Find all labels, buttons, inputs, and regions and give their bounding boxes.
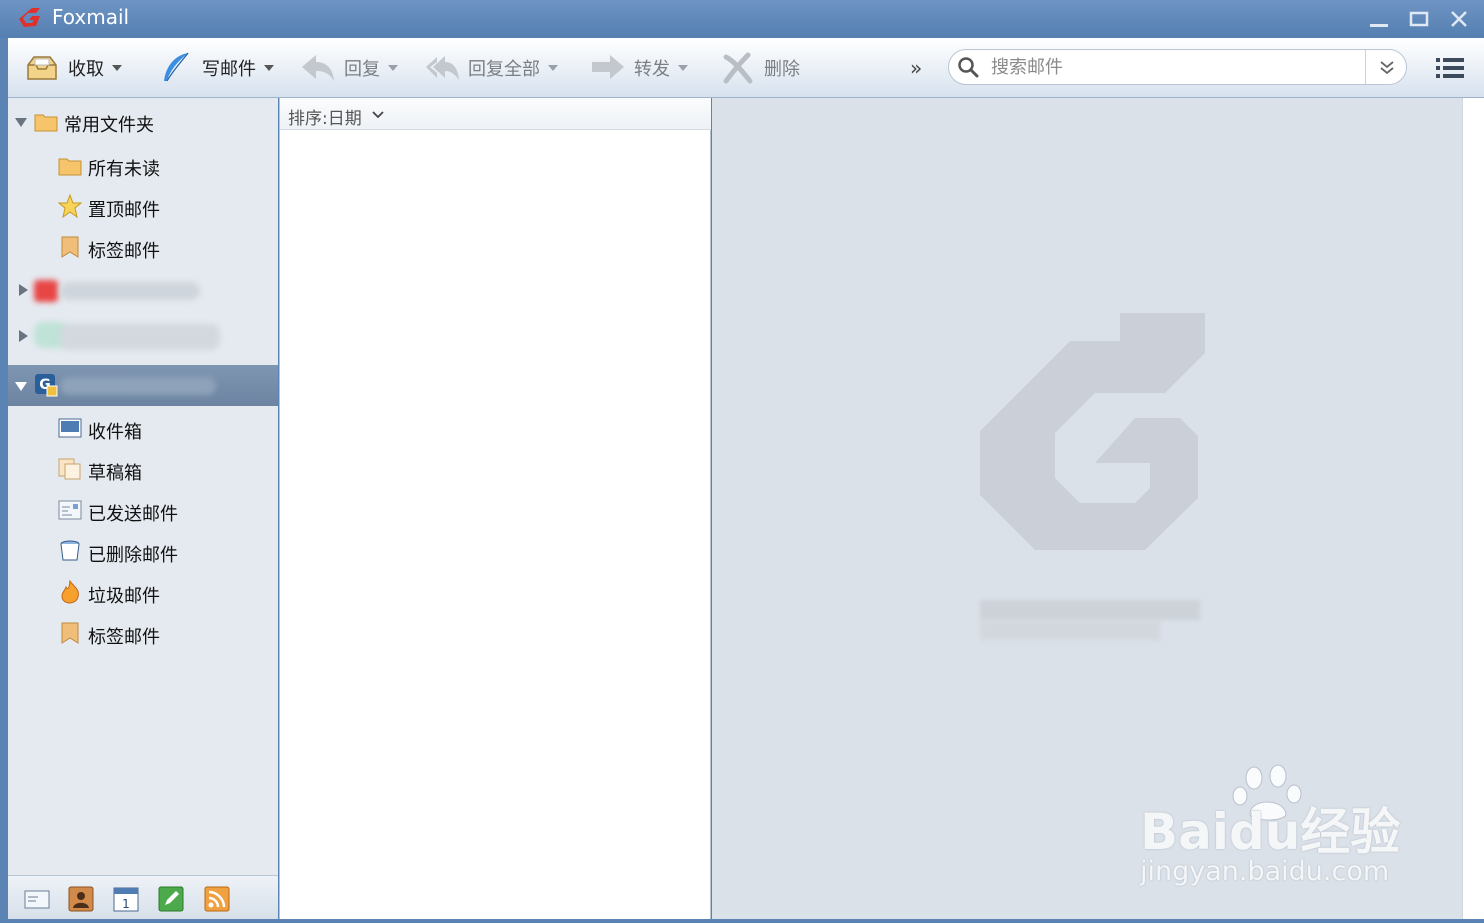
sidebar-item-junk[interactable]: 垃圾邮件 xyxy=(8,572,278,613)
delete-button[interactable]: 删除 xyxy=(720,48,800,88)
foxmail-watermark-logo-icon xyxy=(980,313,1205,550)
sent-mail-icon xyxy=(58,500,82,520)
sidebar-item-tagged[interactable]: 标签邮件 xyxy=(8,227,278,268)
close-icon[interactable] xyxy=(1446,6,1472,32)
preview-scrollbar[interactable] xyxy=(1462,98,1484,919)
compose-button[interactable]: 写邮件 xyxy=(158,48,274,88)
sidebar-item-pinned[interactable]: 置顶邮件 xyxy=(8,186,278,227)
window-title: Foxmail xyxy=(52,5,130,29)
account-row-selected[interactable]: G xyxy=(8,365,278,406)
account-avatar-icon xyxy=(34,280,58,302)
sidebar-item-inbox[interactable]: 收件箱 xyxy=(8,408,278,449)
notes-icon[interactable] xyxy=(158,886,184,912)
chevron-down-icon[interactable] xyxy=(112,63,122,73)
minimize-icon[interactable] xyxy=(1366,6,1392,32)
maximize-icon[interactable] xyxy=(1406,6,1432,32)
common-folder-label: 常用文件夹 xyxy=(64,115,154,136)
forward-label: 转发 xyxy=(634,59,670,80)
account-row-2[interactable] xyxy=(8,316,278,357)
reply-arrow-icon xyxy=(302,55,334,81)
chevron-down-icon[interactable] xyxy=(678,63,688,73)
sidebar-item-label: 已删除邮件 xyxy=(88,545,178,566)
collapse-triangle-icon[interactable] xyxy=(16,283,30,297)
fire-icon xyxy=(61,580,79,604)
contacts-icon[interactable] xyxy=(68,886,94,912)
svg-text:1: 1 xyxy=(122,897,130,911)
sidebar-item-label: 置顶邮件 xyxy=(88,200,160,221)
folder-icon xyxy=(34,114,58,132)
sidebar-item-label: 标签邮件 xyxy=(88,241,160,262)
search-box xyxy=(948,49,1407,85)
folder-sidebar: 常用文件夹 所有未读 置顶邮件 标签邮件 G 收件箱 草稿箱 已发送邮件 已删除… xyxy=(8,98,278,875)
chevron-down-icon[interactable] xyxy=(372,110,384,120)
trash-bin-icon xyxy=(60,540,80,561)
redacted-account-name xyxy=(60,324,220,350)
more-toolbar-button[interactable]: » xyxy=(910,56,930,80)
common-folder-group[interactable]: 常用文件夹 xyxy=(8,101,278,142)
inbox-icon xyxy=(58,418,82,438)
search-input[interactable] xyxy=(991,54,1361,80)
search-options-button[interactable] xyxy=(1365,50,1406,84)
receive-button[interactable]: 收取 xyxy=(24,48,122,88)
inbox-tray-icon xyxy=(27,56,57,80)
main-menu-icon[interactable] xyxy=(1436,56,1464,80)
folder-icon xyxy=(58,158,82,176)
search-icon xyxy=(958,57,979,78)
sidebar-item-label: 收件箱 xyxy=(88,422,142,443)
sidebar-item-deleted[interactable]: 已删除邮件 xyxy=(8,531,278,572)
toolbar: 收取 写邮件 回复 回复全部 转发 删除 » 搜索邮件 xyxy=(8,38,1484,98)
account-row-1[interactable] xyxy=(8,270,278,311)
expand-triangle-icon[interactable] xyxy=(14,115,28,129)
title-bar: Foxmail xyxy=(0,0,1484,38)
double-chevron-down-icon xyxy=(1380,61,1394,75)
expand-triangle-icon[interactable] xyxy=(14,379,28,393)
sidebar-item-label: 草稿箱 xyxy=(88,463,142,484)
receive-label: 收取 xyxy=(68,59,104,80)
redacted-text-line xyxy=(980,620,1160,640)
collapse-triangle-icon[interactable] xyxy=(16,329,30,343)
sidebar-item-drafts[interactable]: 草稿箱 xyxy=(8,449,278,490)
foxmail-logo-icon xyxy=(19,8,40,27)
delete-label: 删除 xyxy=(764,59,800,80)
star-icon xyxy=(58,194,82,218)
reply-all-button[interactable]: 回复全部 xyxy=(424,48,558,88)
reply-all-arrow-icon xyxy=(426,56,459,80)
message-list: 排序:日期 xyxy=(279,98,711,919)
reply-all-label: 回复全部 xyxy=(468,59,540,80)
sidebar-item-account-tagged[interactable]: 标签邮件 xyxy=(8,613,278,654)
delete-x-icon xyxy=(723,52,753,84)
sidebar-item-label: 标签邮件 xyxy=(88,627,160,648)
rss-feed-icon[interactable] xyxy=(204,886,230,912)
sidebar-footer: 1 xyxy=(8,875,278,919)
reply-label: 回复 xyxy=(344,59,380,80)
foxmail-account-icon: G xyxy=(35,374,58,397)
sort-bar[interactable]: 排序:日期 xyxy=(280,98,711,130)
preview-pane xyxy=(712,98,1462,919)
redacted-account-name xyxy=(60,377,216,395)
drafts-icon xyxy=(58,458,81,480)
sidebar-item-label: 垃圾邮件 xyxy=(88,586,160,607)
sidebar-item-label: 所有未读 xyxy=(88,159,160,180)
window-bottom-border xyxy=(0,919,1484,923)
mail-icon[interactable] xyxy=(24,886,50,912)
calendar-icon[interactable]: 1 xyxy=(113,886,139,912)
chevron-down-icon[interactable] xyxy=(264,63,274,73)
bookmark-tag-icon xyxy=(61,622,79,644)
chevron-down-icon[interactable] xyxy=(548,63,558,73)
sidebar-item-label: 已发送邮件 xyxy=(88,504,178,525)
sidebar-item-sent[interactable]: 已发送邮件 xyxy=(8,490,278,531)
reply-button[interactable]: 回复 xyxy=(300,48,398,88)
redacted-text-line xyxy=(980,600,1200,620)
bookmark-tag-icon xyxy=(61,236,79,258)
chevron-down-icon[interactable] xyxy=(388,63,398,73)
forward-arrow-icon xyxy=(592,55,624,79)
forward-button[interactable]: 转发 xyxy=(590,48,688,88)
feather-pen-icon xyxy=(164,52,189,82)
sidebar-item-unread[interactable]: 所有未读 xyxy=(8,145,278,186)
sort-label: 排序:日期 xyxy=(288,109,362,129)
compose-label: 写邮件 xyxy=(202,59,256,80)
redacted-account-name xyxy=(60,282,200,300)
